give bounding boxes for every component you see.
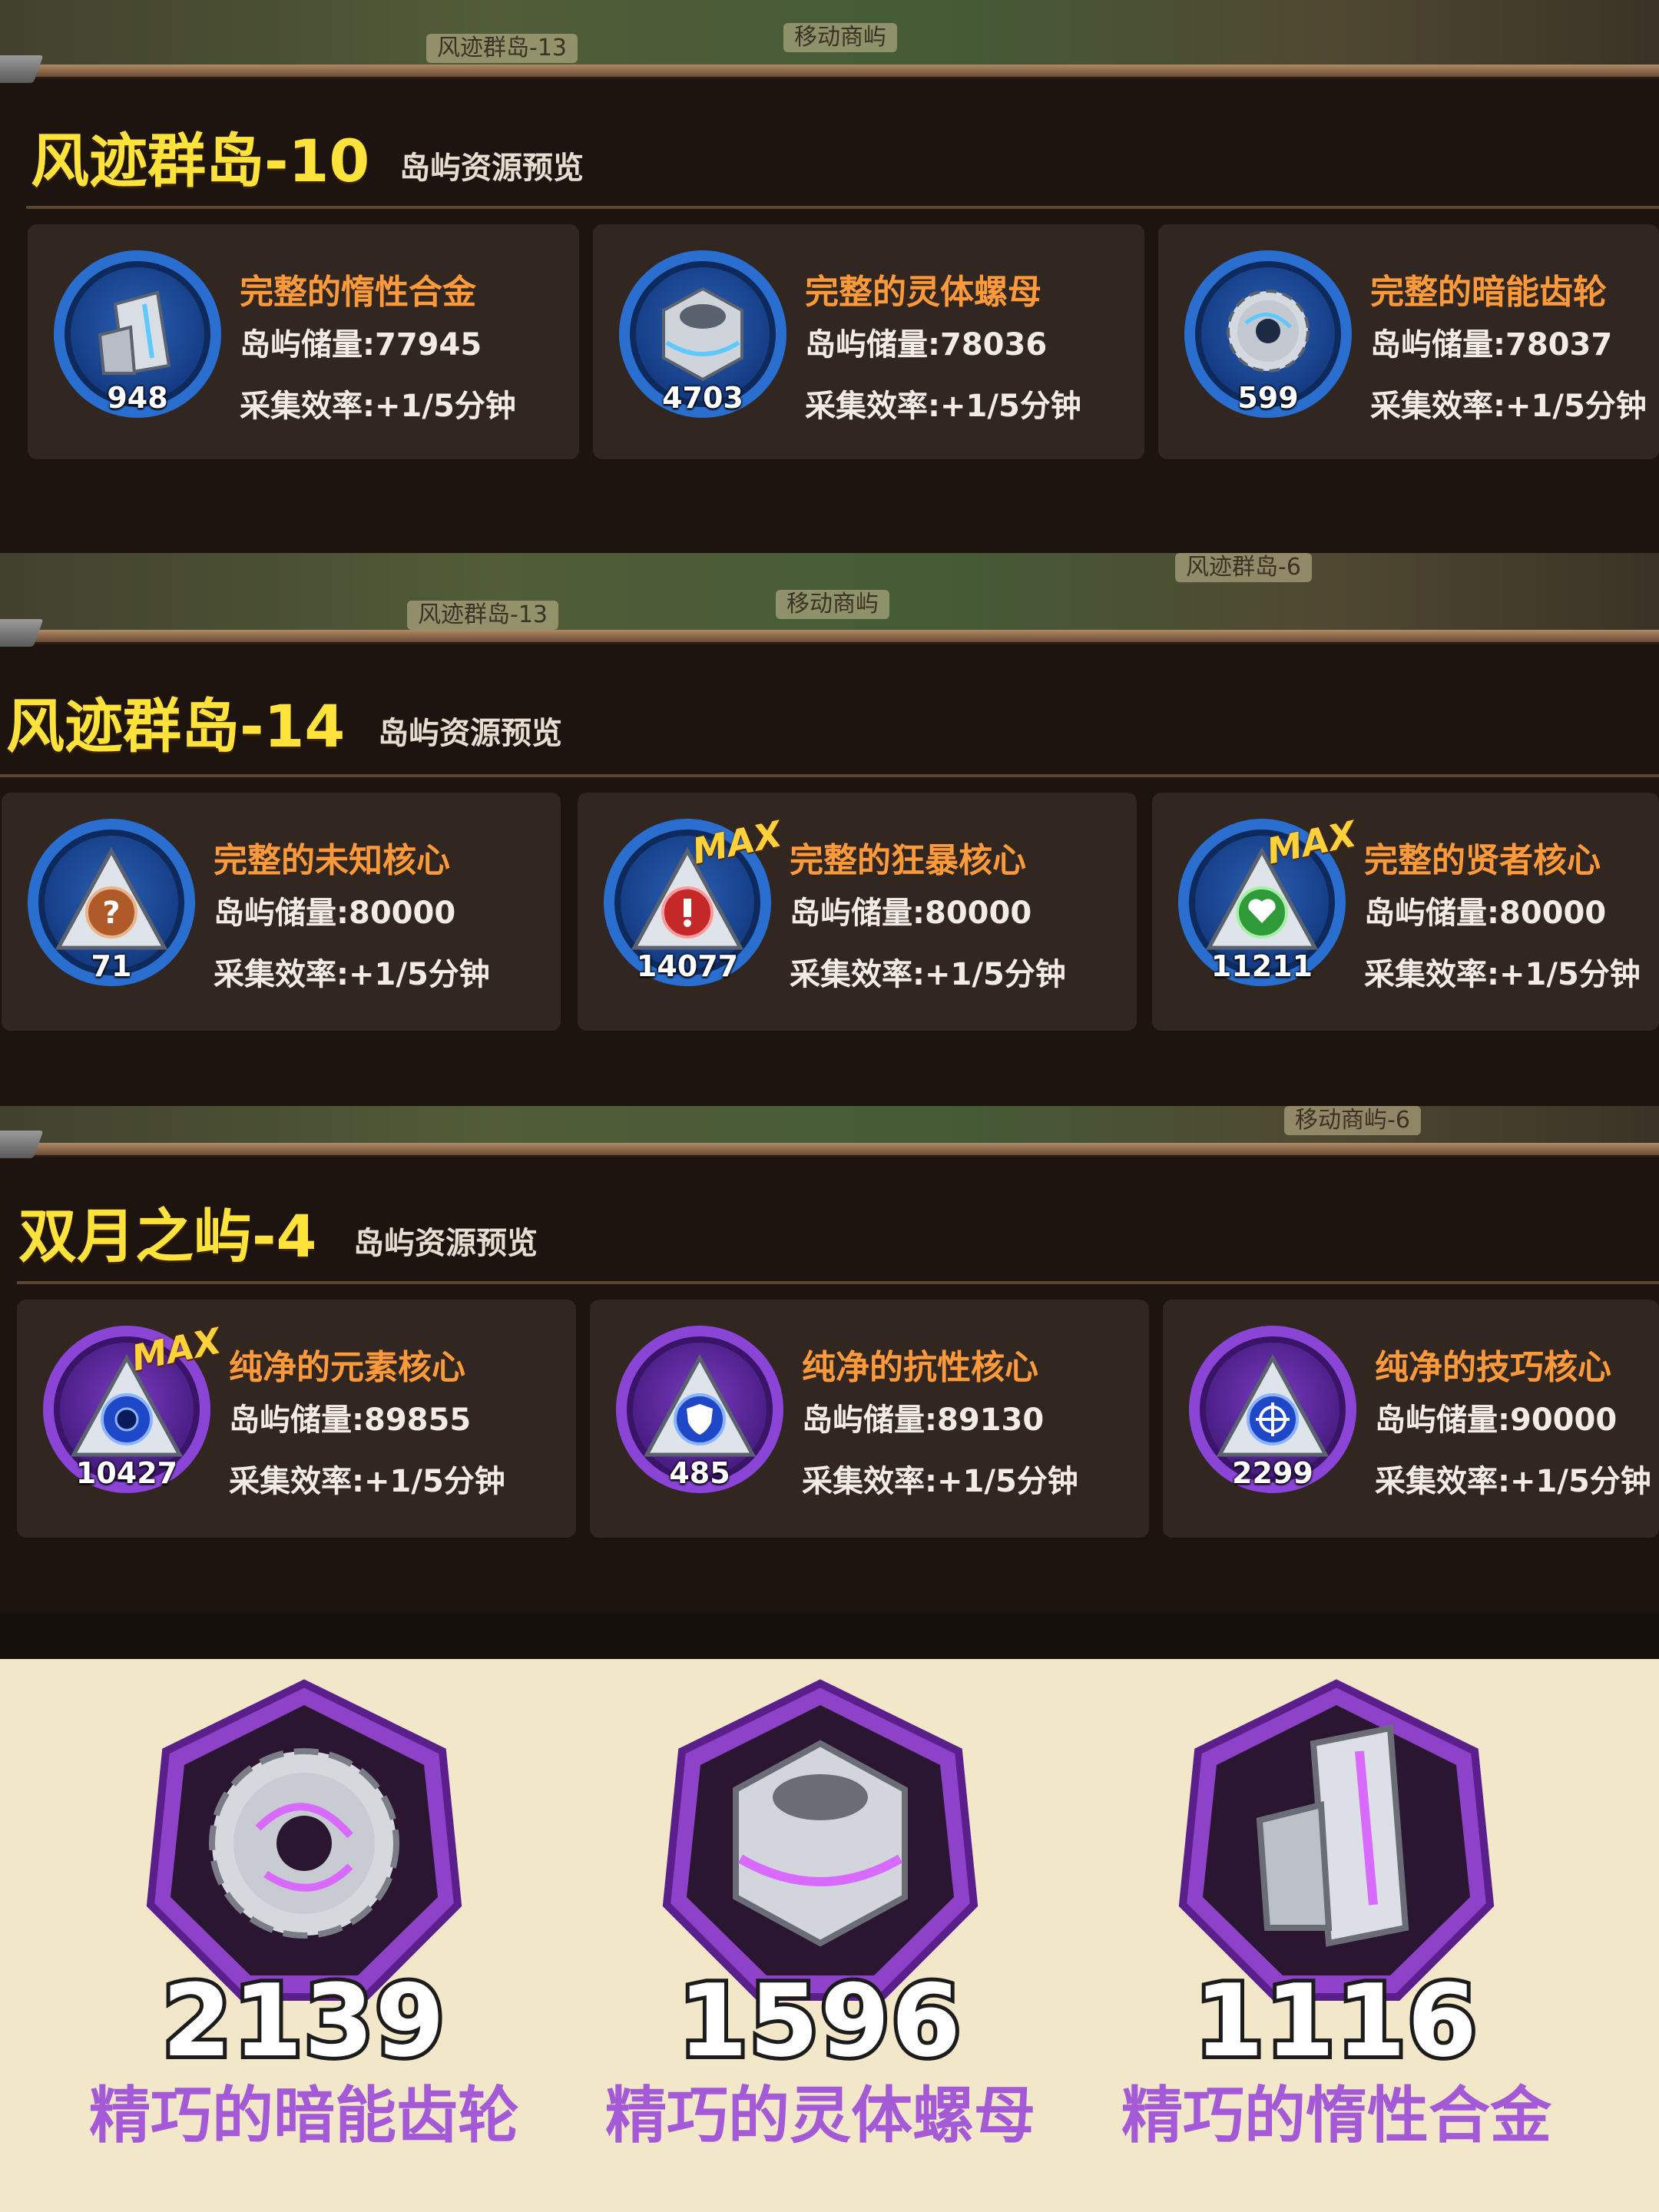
map-label: 风迹群岛-6 — [1175, 553, 1312, 582]
nut-icon: 4703 — [619, 250, 786, 418]
resource-count: 14077 — [636, 949, 739, 983]
divider — [26, 206, 1659, 209]
inventory-item[interactable]: 1116 精巧的惰性合金 — [1075, 1659, 1598, 2212]
resource-count: 948 — [107, 381, 168, 415]
resource-name: 纯净的元素核心 — [229, 1348, 465, 1387]
svg-text:?: ? — [102, 896, 120, 931]
resource-storage: 岛屿储量:89130 — [802, 1402, 1045, 1438]
island-title: 双月之屿-4 — [18, 1202, 317, 1270]
inventory-item[interactable]: 1596 精巧的灵体螺母 — [559, 1659, 1081, 2212]
berserk-core-icon: MAX 14077 — [604, 813, 785, 986]
island-subtitle: 岛屿资源预览 — [353, 1226, 538, 1261]
sage-core-icon: MAX 11211 — [1178, 813, 1359, 986]
map-label: 风迹群岛-13 — [407, 601, 558, 630]
map-label: 移动商屿 — [783, 23, 897, 52]
resource-count: 485 — [669, 1456, 730, 1490]
resource-rate: 采集效率:+1/5分钟 — [214, 957, 490, 992]
resource-card[interactable]: 599 完整的暗能齿轮 岛屿储量:78037 采集效率:+1/5分钟 — [1158, 224, 1659, 459]
resource-card[interactable]: 485 纯净的抗性核心 岛屿储量:89130 采集效率:+1/5分钟 — [590, 1300, 1149, 1538]
resource-count: 10427 — [75, 1456, 178, 1490]
island-panel-2: 风迹群岛-13 移动商屿 风迹群岛-6 风迹群岛-14 岛屿资源预览 ? 71 … — [0, 553, 1659, 1106]
map-label: 风迹群岛-13 — [426, 34, 578, 63]
inventory-name: 精巧的惰性合金 — [1121, 2080, 1551, 2151]
inventory-count: 1596 — [674, 1959, 965, 2083]
divider — [0, 774, 1659, 777]
resource-card[interactable]: 948 完整的惰性合金 岛屿储量:77945 采集效率:+1/5分钟 — [28, 224, 579, 459]
resource-rate: 采集效率:+1/5分钟 — [1375, 1464, 1651, 1499]
map-label: 移动商屿 — [776, 590, 889, 619]
resource-count: 11211 — [1210, 949, 1313, 983]
resource-card[interactable]: MAX 10427 纯净的元素核心 岛屿储量:89855 采集效率:+1/5分钟 — [17, 1300, 576, 1538]
resource-card[interactable]: MAX 11211 完整的贤者核心 岛屿储量:80000 采集效率:+1/5分钟 — [1152, 793, 1659, 1031]
inventory-count: 2139 — [158, 1959, 449, 2083]
resource-rate: 采集效率:+1/5分钟 — [802, 1464, 1078, 1499]
panel-rail — [0, 1143, 1659, 1155]
resource-rate: 采集效率:+1/5分钟 — [240, 389, 516, 424]
panel-rail — [0, 630, 1659, 642]
skill-core-icon: 2299 — [1189, 1326, 1356, 1493]
unknown-core-icon: ? 71 — [28, 819, 195, 986]
resource-storage: 岛屿储量:89855 — [229, 1402, 472, 1438]
island-title: 风迹群岛-10 — [31, 127, 370, 195]
island-subtitle: 岛屿资源预览 — [399, 151, 584, 186]
resource-card[interactable]: ? 71 完整的未知核心 岛屿储量:80000 采集效率:+1/5分钟 — [2, 793, 561, 1031]
resist-core-icon: 485 — [616, 1326, 783, 1493]
resource-count: 71 — [91, 949, 132, 983]
resource-card[interactable]: MAX 14077 完整的狂暴核心 岛屿储量:80000 采集效率:+1/5分钟 — [578, 793, 1137, 1031]
resource-storage: 岛屿储量:80000 — [790, 896, 1032, 931]
resource-name: 完整的暗能齿轮 — [1370, 273, 1607, 312]
inventory-name: 精巧的灵体螺母 — [605, 2080, 1035, 2151]
resource-name: 完整的贤者核心 — [1364, 841, 1601, 880]
resource-count: 4703 — [662, 381, 743, 415]
inventory-item[interactable]: 2139 精巧的暗能齿轮 — [43, 1659, 565, 2212]
resource-rate: 采集效率:+1/5分钟 — [1364, 957, 1641, 992]
map-label: 移动商屿-6 — [1284, 1106, 1421, 1135]
resource-rate: 采集效率:+1/5分钟 — [805, 389, 1081, 424]
resource-name: 纯净的抗性核心 — [802, 1348, 1038, 1387]
gear-icon — [146, 1679, 462, 2001]
resource-card[interactable]: 2299 纯净的技巧核心 岛屿储量:90000 采集效率:+1/5分钟 — [1163, 1300, 1659, 1538]
island-panel-1: 风迹群岛-13 移动商屿 风迹群岛-10 岛屿资源预览 948 完整的惰性合金 … — [0, 0, 1659, 553]
inventory-name: 精巧的暗能齿轮 — [89, 2080, 519, 2151]
resource-rate: 采集效率:+1/5分钟 — [1370, 389, 1647, 424]
resource-name: 完整的未知核心 — [214, 841, 450, 880]
resource-name: 纯净的技巧核心 — [1375, 1348, 1611, 1387]
island-title: 风迹群岛-14 — [6, 692, 346, 760]
resource-name: 完整的狂暴核心 — [790, 841, 1026, 880]
resource-name: 完整的惰性合金 — [240, 273, 476, 312]
resource-count: 2299 — [1232, 1456, 1313, 1490]
nut-icon — [662, 1679, 979, 2001]
resource-name: 完整的灵体螺母 — [805, 273, 1041, 312]
resource-rate: 采集效率:+1/5分钟 — [790, 957, 1066, 992]
panel-rail — [0, 65, 1659, 77]
alloy-icon: 948 — [54, 250, 221, 418]
resource-storage: 岛屿储量:78036 — [805, 327, 1048, 363]
resource-count: 599 — [1237, 381, 1299, 415]
divider — [17, 1281, 1659, 1284]
element-core-icon: MAX 10427 — [43, 1320, 224, 1493]
inventory-section: 2139 精巧的暗能齿轮 1596 精巧的灵体螺母 1116 精巧的惰性合金 — [0, 1659, 1659, 2212]
resource-storage: 岛屿储量:77945 — [240, 327, 482, 363]
alloy-icon — [1178, 1679, 1495, 2001]
island-panel-3: 移动商屿-6 双月之屿-4 岛屿资源预览 MAX 10427 纯净的元素核心 岛… — [0, 1106, 1659, 1659]
resource-card[interactable]: 4703 完整的灵体螺母 岛屿储量:78036 采集效率:+1/5分钟 — [593, 224, 1144, 459]
resource-storage: 岛屿储量:80000 — [1364, 896, 1607, 931]
resource-storage: 岛屿储量:78037 — [1370, 327, 1613, 363]
resource-rate: 采集效率:+1/5分钟 — [229, 1464, 505, 1499]
resource-storage: 岛屿储量:80000 — [214, 896, 456, 931]
island-subtitle: 岛屿资源预览 — [378, 716, 562, 751]
resource-storage: 岛屿储量:90000 — [1375, 1402, 1618, 1438]
gear-icon: 599 — [1184, 250, 1352, 418]
inventory-count: 1116 — [1190, 1959, 1481, 2083]
